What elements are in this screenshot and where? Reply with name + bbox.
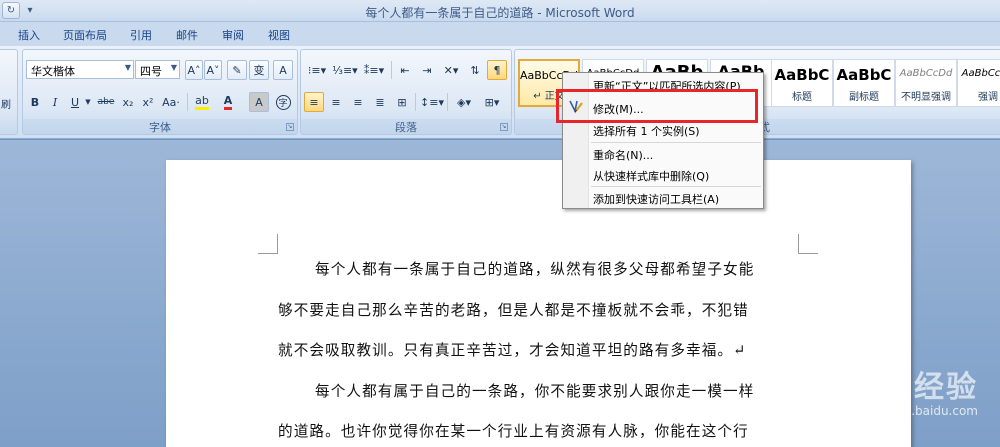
style-tile-subtitle[interactable]: AaBbC 副标题: [833, 59, 895, 107]
watermark-url: jingyan.baidu.com: [867, 404, 978, 418]
tab-mailings[interactable]: 邮件: [176, 27, 198, 43]
text-line: 每个人都有一条属于自己的道路，纵然有很多父母都希望子女能: [315, 261, 755, 278]
text-line: 的道路。也许你觉得你在某一个行业上有资源有人脉，你能在这个行: [278, 423, 749, 440]
decrease-indent-icon[interactable]: ⇤: [395, 60, 415, 80]
justify-icon[interactable]: ≣: [370, 92, 390, 112]
style-sample: AaBbC: [836, 66, 892, 84]
highlight-box: [556, 89, 758, 123]
chevron-down-icon: ▼: [124, 63, 131, 72]
style-tile-emphasis[interactable]: AaBbCcDd 强调: [957, 59, 1000, 107]
clear-format-icon[interactable]: ✎: [227, 60, 247, 80]
grow-font-button[interactable]: A˄: [185, 60, 203, 80]
style-name: 标题: [792, 92, 812, 103]
align-right-icon[interactable]: ≡: [348, 92, 368, 112]
shading-icon[interactable]: ◈▾: [451, 92, 477, 112]
dialog-launcher-icon[interactable]: ↘: [500, 123, 508, 131]
document-page[interactable]: 每个人都有一条属于自己的道路，纵然有很多父母都希望子女能 够不要走自己那么辛苦的…: [166, 160, 911, 447]
paragraph-group-label: 段落: [301, 119, 511, 134]
text-line: 就不会吸取教训。只有真正辛苦过，才会知道平坦的路有多幸福。↵: [278, 342, 747, 359]
enclose-char-label: 字: [275, 94, 291, 110]
font-group: 华文楷体 ▼ 四号 ▼ A˄ A˅ ✎ 变 A B I U ▼ abe x₂ x…: [22, 49, 298, 135]
divider: [447, 93, 448, 111]
char-shading-button[interactable]: A: [249, 92, 269, 112]
italic-button[interactable]: I: [47, 92, 63, 112]
menu-separator: [591, 186, 761, 187]
align-center-icon[interactable]: ≡: [326, 92, 346, 112]
strikethrough-button[interactable]: abe: [95, 92, 117, 112]
char-border-icon[interactable]: A: [273, 60, 293, 80]
window-title: 每个人都有一条属于自己的道路 - Microsoft Word: [365, 6, 635, 20]
format-painter-icon[interactable]: 刷: [1, 96, 11, 111]
tab-insert[interactable]: 插入: [18, 27, 40, 43]
text-line: 每个人都有属于自己的一条路，你不能要求别人跟你走一模一样: [315, 382, 755, 400]
dialog-launcher-icon[interactable]: ↘: [286, 123, 294, 131]
menu-item-select-all-instances[interactable]: 选择所有 1 个实例(S): [593, 123, 700, 139]
menu-separator: [591, 142, 761, 143]
clipboard-group: 刷: [0, 49, 18, 135]
title-bar: ↻ ▾ 每个人都有一条属于自己的道路 - Microsoft Word: [0, 0, 1000, 22]
font-color-label: A: [223, 94, 233, 110]
paragraph-group: ⁝≡▾ ⅓≡▾ ⁑≡▾ ⇤ ⇥ ✕▾ ⇅ ¶ ≡ ≡ ≡ ≣ ⊞ ↕≡▾ ◈▾ …: [300, 49, 512, 135]
text-line: 够不要走自己那么辛苦的老路，但是人都是不撞板就不会乖，不犯错: [278, 301, 749, 319]
change-case-button[interactable]: Aa·: [159, 92, 183, 112]
tab-page-layout[interactable]: 页面布局: [63, 27, 107, 43]
style-sample: AaBbCcDd: [899, 68, 953, 79]
watermark: Baidu经验 jingyan.baidu.com: [808, 362, 978, 418]
increase-indent-icon[interactable]: ⇥: [417, 60, 437, 80]
style-name: 副标题: [849, 92, 879, 103]
style-sample: AaBbC: [774, 66, 830, 84]
distributed-icon[interactable]: ⊞: [392, 92, 412, 112]
bullets-icon[interactable]: ⁝≡▾: [304, 60, 330, 80]
superscript-button[interactable]: x²: [139, 92, 157, 112]
font-color-button[interactable]: A: [217, 92, 239, 112]
menu-item-rename[interactable]: 重命名(N)...: [593, 147, 653, 163]
style-sample: AaBbCcDd: [961, 68, 1000, 79]
font-group-label: 字体: [23, 119, 297, 134]
tab-references[interactable]: 引用: [130, 27, 152, 43]
style-tile-subtle-emphasis[interactable]: AaBbCcDd 不明显强调: [895, 59, 957, 107]
divider: [391, 61, 392, 79]
divider: [187, 93, 188, 111]
shrink-font-button[interactable]: A˅: [204, 60, 222, 80]
highlight-color-icon[interactable]: ab: [191, 92, 213, 112]
style-tile-title[interactable]: AaBbC 标题: [771, 59, 833, 107]
margin-corner-mark: [798, 234, 818, 254]
align-left-icon[interactable]: ≡: [304, 92, 324, 112]
font-name-combo[interactable]: 华文楷体 ▼: [26, 60, 134, 79]
tab-view[interactable]: 视图: [268, 27, 290, 43]
ribbon: 刷 华文楷体 ▼ 四号 ▼ A˄ A˅ ✎ 变 A B I U ▼ abe x₂…: [0, 46, 1000, 139]
chinese-layout-icon[interactable]: ✕▾: [439, 60, 463, 80]
menu-item-remove-from-gallery[interactable]: 从快速样式库中删除(Q): [593, 168, 709, 184]
borders-icon[interactable]: ⊞▾: [479, 92, 505, 112]
font-name-value: 华文楷体: [31, 65, 75, 78]
watermark-logo: Baidu经验: [807, 370, 978, 405]
menu-item-add-to-qat[interactable]: 添加到快速访问工具栏(A): [593, 191, 719, 207]
ribbon-tabs: 插入 页面布局 引用 邮件 审阅 视图: [0, 22, 1000, 46]
enclose-char-icon[interactable]: 字: [273, 92, 293, 112]
show-marks-icon[interactable]: ¶: [487, 60, 507, 80]
bold-button[interactable]: B: [27, 92, 43, 112]
chevron-down-icon: ▼: [170, 63, 177, 72]
underline-button[interactable]: U: [67, 92, 83, 112]
divider: [415, 93, 416, 111]
numbering-icon[interactable]: ⅓≡▾: [332, 60, 358, 80]
multilevel-list-icon[interactable]: ⁑≡▾: [360, 60, 388, 80]
tab-review[interactable]: 审阅: [222, 27, 244, 43]
document-body[interactable]: 每个人都有一条属于自己的道路，纵然有很多父母都希望子女能 够不要走自己那么辛苦的…: [278, 250, 798, 447]
margin-corner-mark: [258, 234, 278, 254]
subscript-button[interactable]: x₂: [119, 92, 137, 112]
chevron-down-icon[interactable]: ▼: [83, 92, 93, 112]
font-size-combo[interactable]: 四号 ▼: [135, 60, 180, 79]
line-spacing-icon[interactable]: ↕≡▾: [419, 92, 445, 112]
style-name: 强调: [978, 92, 998, 103]
font-size-value: 四号: [140, 65, 162, 78]
sort-icon[interactable]: ⇅: [465, 60, 485, 80]
pinyin-guide-button[interactable]: 变: [249, 60, 269, 80]
style-name: 不明显强调: [901, 92, 951, 103]
